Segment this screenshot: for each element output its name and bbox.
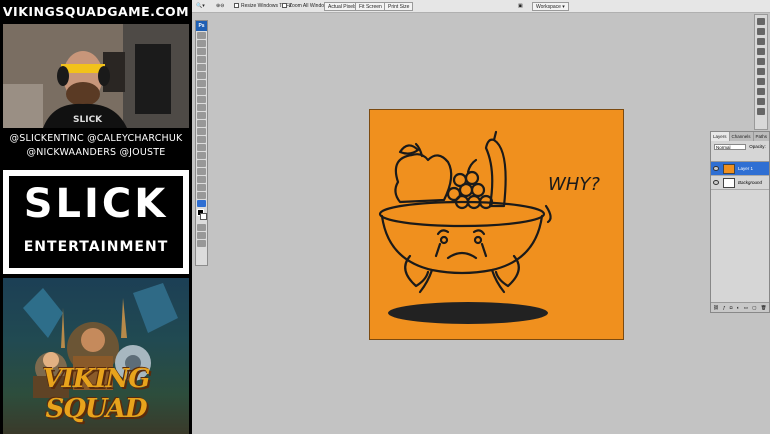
history-brush-tool-icon[interactable]	[197, 104, 206, 111]
sad-fruit-bowl-drawing: WHY?	[378, 130, 600, 324]
handles-line-2: @NICKWAANDERS @JOUSTE	[26, 147, 166, 158]
eyedropper-tool-icon[interactable]	[197, 184, 206, 191]
navigator-icon[interactable]	[757, 18, 765, 25]
actions-icon[interactable]	[757, 78, 765, 85]
notes-tool-icon[interactable]	[197, 176, 206, 183]
speech-text: WHY?	[548, 174, 600, 195]
info-icon[interactable]	[757, 28, 765, 35]
svg-text:SLICK: SLICK	[73, 115, 103, 125]
character-icon[interactable]	[757, 98, 765, 105]
layer-style-icon[interactable]: ƒ	[723, 305, 726, 310]
tab-channels[interactable]: Channels	[730, 132, 754, 141]
right-panel-dock	[754, 14, 768, 130]
healing-brush-tool-icon[interactable]	[197, 80, 206, 87]
print-size-button[interactable]: Print Size	[384, 2, 414, 11]
opacity-label: Opacity:	[749, 144, 766, 149]
zoom-tool-icon[interactable]: 🔍▾	[196, 3, 205, 10]
visibility-eye-icon[interactable]	[713, 180, 719, 185]
toolbox: Ps	[195, 20, 208, 266]
sponsor-logo: SLICK ENTERTAINMENT	[3, 170, 189, 274]
tab-paths[interactable]: Paths	[754, 132, 769, 141]
social-handles: @SLICKENTINC @CALEYCHARCHUK @NICKWAANDER…	[2, 132, 190, 160]
game-key-art: VIKING SQUAD	[3, 278, 189, 434]
toolbox-header: Ps	[196, 21, 207, 31]
link-layers-icon[interactable]: ⛓	[713, 305, 719, 310]
new-group-icon[interactable]: ▭	[744, 305, 748, 310]
crop-tool-icon[interactable]	[197, 64, 206, 71]
visibility-eye-icon[interactable]	[713, 166, 719, 171]
layer-row-layer-1[interactable]: Layer 1	[711, 162, 769, 176]
panel-tabs: Layers Channels Paths	[711, 132, 769, 141]
site-title: VIKINGSQUADGAME.COM	[2, 4, 190, 19]
options-bar: 🔍▾ ⊕⊖ Resize Windows To Fit Zoom All Win…	[192, 0, 770, 13]
styles-icon[interactable]	[757, 58, 765, 65]
zoom-in-out-icons[interactable]: ⊕⊖	[216, 3, 224, 10]
layer-thumbnail	[723, 178, 735, 188]
jump-to-imageready-icon[interactable]	[197, 240, 206, 247]
stream-overlay: VIKINGSQUADGAME.COM SLICK @SLICKENTINC @…	[0, 0, 192, 434]
path-selection-tool-icon[interactable]	[197, 160, 206, 167]
handles-line-1: @SLICKENTINC @CALEYCHARCHUK	[9, 133, 183, 144]
workspace-menu[interactable]: Workspace ▾	[532, 2, 569, 11]
delete-layer-icon[interactable]: 🗑	[761, 305, 767, 310]
magic-wand-tool-icon[interactable]	[197, 56, 206, 63]
layers-panel: Layers Channels Paths Normal Opacity: Laye…	[710, 131, 770, 313]
workspace-icon[interactable]: ▣	[518, 3, 523, 10]
gradient-tool-icon[interactable]	[197, 120, 206, 127]
layer-row-background[interactable]: Background	[711, 176, 769, 190]
photoshop-window: 🔍▾ ⊕⊖ Resize Windows To Fit Zoom All Win…	[192, 0, 770, 434]
screen-mode-icon[interactable]	[197, 232, 206, 239]
blend-mode-select[interactable]: Normal	[714, 143, 746, 150]
new-adjustment-icon[interactable]: ◐	[737, 305, 740, 310]
hand-tool-icon[interactable]	[197, 192, 206, 199]
type-tool-icon[interactable]	[197, 152, 206, 159]
dodge-tool-icon[interactable]	[197, 136, 206, 143]
slice-tool-icon[interactable]	[197, 72, 206, 79]
paragraph-icon[interactable]	[757, 108, 765, 115]
lock-row	[711, 153, 769, 162]
webcam-feed: SLICK	[3, 24, 189, 128]
quick-mask-icon[interactable]	[197, 224, 206, 231]
zoom-all-windows-checkbox[interactable]: Zoom All Windows	[282, 3, 330, 10]
move-tool-icon[interactable]	[197, 32, 206, 39]
zoom-tool-icon[interactable]	[197, 200, 206, 207]
sponsor-logo-word: SLICK	[23, 181, 169, 227]
blur-tool-icon[interactable]	[197, 128, 206, 135]
sponsor-logo-subtitle: ENTERTAINMENT	[23, 239, 169, 255]
lasso-tool-icon[interactable]	[197, 48, 206, 55]
document-canvas[interactable]: WHY?	[369, 109, 624, 340]
layer-name: Background	[738, 180, 763, 185]
tab-layers[interactable]: Layers	[711, 132, 730, 141]
swatches-icon[interactable]	[757, 48, 765, 55]
layer-thumbnail	[723, 164, 735, 174]
game-logo: VIKING SQUAD	[42, 364, 150, 424]
add-mask-icon[interactable]: ◘	[730, 305, 733, 310]
shape-tool-icon[interactable]	[197, 168, 206, 175]
layers-panel-footer: ⛓ ƒ ◘ ◐ ▭ ▢ 🗑	[711, 302, 769, 312]
clone-stamp-tool-icon[interactable]	[197, 96, 206, 103]
marquee-tool-icon[interactable]	[197, 40, 206, 47]
fit-screen-button[interactable]: Fit Screen	[355, 2, 386, 11]
new-layer-icon[interactable]: ▢	[752, 305, 756, 310]
brush-tool-icon[interactable]	[197, 88, 206, 95]
eraser-tool-icon[interactable]	[197, 112, 206, 119]
webcam-image: SLICK	[3, 24, 189, 128]
brushes-icon[interactable]	[757, 88, 765, 95]
history-icon[interactable]	[757, 68, 765, 75]
color-icon[interactable]	[757, 38, 765, 45]
blend-row: Normal Opacity:	[711, 141, 769, 153]
color-swatches[interactable]	[196, 209, 207, 223]
pen-tool-icon[interactable]	[197, 144, 206, 151]
layer-name: Layer 1	[738, 166, 754, 171]
